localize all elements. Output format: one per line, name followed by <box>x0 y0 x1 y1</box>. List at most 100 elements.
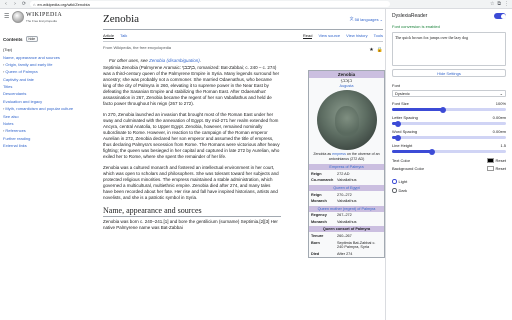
toc-item[interactable]: ›Queen of Palmyra <box>0 68 92 75</box>
extensions-icon[interactable]: ⧉ <box>497 1 501 7</box>
toc-item[interactable]: Name, appearance and sources <box>0 53 92 60</box>
infobox-row-value: Vaballathus <box>337 219 357 224</box>
toc-title: Contents <box>3 36 23 42</box>
infobox-row-value: 267–272 <box>337 213 352 218</box>
toc-item[interactable]: Captivity and fate <box>0 76 92 83</box>
infobox-row-value: Vaballathus <box>337 198 357 203</box>
toc-item-label: Notes <box>3 120 14 126</box>
hide-settings-button[interactable]: Hide Settings <box>392 69 506 77</box>
infobox-title: Zenobia <box>309 71 384 78</box>
font-size-slider[interactable] <box>392 106 506 113</box>
line-height-slider[interactable] <box>392 148 506 155</box>
translate-icon: 文 <box>349 16 354 21</box>
article-body: Septimia Zenobia (Palmyrene Aramaic: 𐡡𐡭𐡡… <box>103 65 281 201</box>
word-spacing-value: 0.00em <box>492 129 506 134</box>
forward-icon[interactable]: › <box>12 1 18 7</box>
infobox-band-empress[interactable]: Empress of Palmyra <box>309 164 384 170</box>
infobox-row-label: Monarch <box>311 219 327 224</box>
chevron-down-icon: ⌄ <box>499 91 503 96</box>
toc-item[interactable]: Further reading <box>0 135 92 142</box>
word-spacing-label: Word Spacing <box>392 129 418 134</box>
infobox-row-value: 260–267 <box>337 234 352 239</box>
font-select[interactable]: Dyslexic ⌄ <box>392 90 506 97</box>
toc-item[interactable]: See also <box>0 112 92 119</box>
infobox-row: Monarch Vaballathus <box>309 219 384 225</box>
enable-toggle[interactable] <box>494 13 506 19</box>
coin-image[interactable] <box>316 90 377 150</box>
back-icon[interactable]: ‹ <box>3 1 9 7</box>
font-label: Font <box>392 83 401 88</box>
paragraph-1: Septimia Zenobia (Palmyrene Aramaic: 𐡡𐡭𐡡… <box>103 65 280 106</box>
light-theme-radio[interactable] <box>392 179 397 184</box>
from-wikipedia: From Wikipedia, the free encyclopedia <box>103 45 172 50</box>
word-spacing-slider[interactable] <box>392 134 506 141</box>
toc-item-label: Further reading <box>3 135 31 141</box>
language-count: 58 languages <box>354 16 379 22</box>
infobox: Zenobia 𐡡𐡭𐡡𐡡𐡭 Augusta Zenobia as empress… <box>308 70 385 259</box>
wiki-tagline: The Free Encyclopedia <box>26 19 57 23</box>
toc-item[interactable]: ›References <box>0 127 92 134</box>
paragraph-3: Zenobia was a cultured monarch and foste… <box>103 165 279 200</box>
infobox-row: Regency 267–272 <box>309 213 384 219</box>
address-bar[interactable]: ⌂ en.wikipedia.org/wiki/Zenobia <box>30 1 390 7</box>
text-color-picker[interactable] <box>486 158 494 163</box>
site-info-icon[interactable]: ⌂ <box>33 2 35 7</box>
infobox-band-egypt[interactable]: Queen of Egypt <box>309 184 384 191</box>
toc-item[interactable]: (Top) <box>0 46 92 53</box>
infobox-row-label: Reign <box>311 171 322 176</box>
infobox-row-label: Co-monarch <box>311 178 334 183</box>
menu-dots-icon[interactable]: ⋮ <box>504 1 509 7</box>
tab-talk[interactable]: Talk <box>120 33 127 39</box>
preview-textarea[interactable]: The quick brown fox jumps over the lazy … <box>392 32 506 66</box>
background-color-reset[interactable]: Reset <box>496 166 506 171</box>
infobox-row: Monarch Vaballathus <box>309 198 384 204</box>
toc-item[interactable]: Titles <box>0 83 92 90</box>
article-body-2: Zenobia was born c. 240–241.[1] and bore… <box>103 219 281 231</box>
infobox-augusta-link[interactable]: Augusta <box>309 84 384 88</box>
infobox-band-regent[interactable]: Queen mother (regent) of Palmyra <box>309 205 384 212</box>
background-color-picker[interactable] <box>486 166 494 171</box>
disambiguation-link[interactable]: Zenobia (disambiguation) <box>149 58 200 63</box>
table-of-contents: Contents hide (Top) Name, appearance and … <box>0 32 92 149</box>
main-menu-icon[interactable]: ☰ <box>4 13 9 20</box>
font-size-value: 100% <box>495 101 506 106</box>
infobox-row-label: Regency <box>311 213 327 218</box>
toc-item-label: References <box>5 128 26 134</box>
browser-toolbar: ‹ › ⟳ ⌂ en.wikipedia.org/wiki/Zenobia ☆ … <box>0 0 512 9</box>
infobox-row: Reign 270–272 <box>309 192 384 198</box>
wikipedia-globe-icon[interactable] <box>12 11 24 23</box>
tab-view-source[interactable]: View source <box>318 33 340 39</box>
toc-item-label: Name, appearance and sources <box>3 54 60 60</box>
bookmark-star-icon[interactable]: ☆ <box>490 1 494 7</box>
status-message: Font conversion is enabled <box>392 24 440 29</box>
infobox-band-consort: Queen consort of Palmyra <box>309 226 384 233</box>
infobox-row: Born Septimia Bat-Zabbai c. 240 Palmyra, … <box>309 240 384 251</box>
toc-item[interactable]: External links <box>0 142 92 149</box>
letter-spacing-value: 0.00em <box>492 115 506 120</box>
language-button[interactable]: 文 58 languages ⌄ <box>350 16 383 22</box>
toc-item[interactable]: Notes <box>0 120 92 127</box>
toc-item-label: Evaluation and legacy <box>3 98 43 104</box>
toc-hide-button[interactable]: hide <box>25 36 39 42</box>
featured-star-icon: ★ <box>369 47 374 53</box>
toc-item[interactable]: ›Origin, family and early life <box>0 61 92 68</box>
tab-read[interactable]: Read <box>302 33 313 39</box>
font-size-label: Font Size <box>392 101 409 106</box>
toc-item-label: Titles <box>3 84 13 90</box>
tab-tools[interactable]: Tools <box>374 33 383 39</box>
tab-view-history[interactable]: View history <box>346 33 368 39</box>
line-height-value: 1.5 <box>500 143 506 148</box>
url-text: en.wikipedia.org/wiki/Zenobia <box>37 1 90 7</box>
chevron-down-icon: ⌄ <box>379 16 383 22</box>
infobox-caption: Zenobia as empress on the obverse of an … <box>313 152 380 161</box>
toc-item[interactable]: Evaluation and legacy <box>0 98 92 105</box>
text-color-reset[interactable]: Reset <box>496 158 506 163</box>
wiki-wordmark[interactable]: WIKIPEDIA <box>26 12 62 18</box>
tab-article[interactable]: Article <box>103 33 115 39</box>
toc-item[interactable]: ›Myth, romanticism and popular culture <box>0 105 92 112</box>
toc-item[interactable]: Descendants <box>0 90 92 97</box>
dark-theme-radio[interactable] <box>392 188 397 193</box>
reload-icon[interactable]: ⟳ <box>21 1 27 7</box>
letter-spacing-slider[interactable] <box>392 120 506 127</box>
hatnote: For other uses, see Zenobia (disambiguat… <box>109 58 202 63</box>
